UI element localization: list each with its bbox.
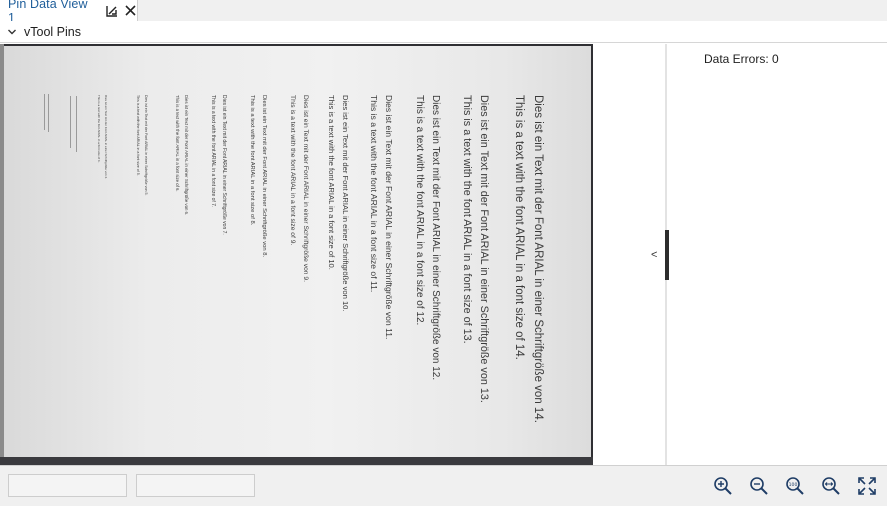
zoom-fit-width-icon[interactable] <box>820 475 842 497</box>
doc-line: Dies ist ein Text mit der Font ARIAL in … <box>478 95 490 403</box>
chevron-down-icon[interactable] <box>6 26 18 38</box>
scanned-document <box>2 46 591 457</box>
doc-line-tiny <box>48 94 49 132</box>
doc-line: This is a text with the font ARIAL in a … <box>414 95 425 326</box>
doc-line-tiny <box>70 96 71 148</box>
tab-pin-data-view[interactable]: Pin Data View 1 <box>0 0 138 25</box>
zoom-100-label: 100 <box>789 482 798 488</box>
zoom-out-icon[interactable] <box>748 475 770 497</box>
doc-line: Dies ist ein Text mit der Font ARIAL in … <box>430 95 441 381</box>
doc-line: This is a text with the font ARIAL in a … <box>97 95 101 163</box>
doc-line: This is a text with the font ARIAL in a … <box>513 95 525 360</box>
document-edge-bottom <box>0 457 593 465</box>
zoom-100-icon[interactable]: 100 <box>784 475 806 497</box>
bottom-toolbar: 100 <box>0 465 887 506</box>
tab-strip: Pin Data View 1 <box>0 0 887 25</box>
section-title: vTool Pins <box>24 24 81 39</box>
collapse-left-icon[interactable]: < <box>651 249 657 261</box>
vtool-pins-header[interactable]: vTool Pins <box>0 21 887 43</box>
doc-line: This is a text with the font ARIAL in a … <box>249 95 255 226</box>
doc-line: Dies ist ein Text mit der Font ARIAL in … <box>261 95 267 258</box>
doc-line: This is a text with the font ARIAL in a … <box>327 95 336 270</box>
doc-line: Dies ist ein Text mit der Font ARIAL in … <box>384 95 394 340</box>
doc-line: This is a text with the font ARIAL in a … <box>461 95 473 344</box>
doc-line: This is a text with the font ARIAL in a … <box>289 95 296 246</box>
doc-line: Dies ist ein Text mit der Font ARIAL in … <box>144 95 148 196</box>
fit-to-window-icon[interactable] <box>856 475 878 497</box>
document-edge <box>0 44 4 465</box>
doc-line: This is a text with the font ARIAL in a … <box>136 95 140 176</box>
image-viewer[interactable]: Dies ist ein Text mit der Font ARIAL in … <box>0 44 593 465</box>
doc-line: Dies ist ein Text mit der Font ARIAL in … <box>341 95 350 312</box>
close-icon[interactable] <box>123 4 137 18</box>
status-field-2 <box>136 474 255 497</box>
doc-line: This is a text with the font ARIAL in a … <box>210 95 216 208</box>
data-errors-label: Data Errors: 0 <box>704 52 779 66</box>
doc-line: Dies ist ein Text mit der Font ARIAL in … <box>221 95 227 235</box>
side-panel: Data Errors: 0 <box>669 44 887 465</box>
doc-line-tiny <box>44 94 45 130</box>
doc-line: Dies ist ein Text mit der Font ARIAL in … <box>184 95 189 216</box>
doc-line: Dies ist ein Text mit der Font ARIAL in … <box>532 95 544 423</box>
doc-line: Dies ist ein Text mit der Font ARIAL in … <box>302 95 309 282</box>
panel-splitter[interactable]: < > <box>593 44 681 465</box>
doc-line: This is a text with the font ARIAL in a … <box>175 95 180 192</box>
doc-line: Dies ist ein Text mit der Font ARIAL in … <box>104 95 108 179</box>
zoom-in-icon[interactable] <box>712 475 734 497</box>
doc-line-tiny <box>76 96 77 152</box>
doc-line: This is a text with the font ARIAL in a … <box>369 95 379 293</box>
status-field-1 <box>8 474 127 497</box>
chart-toggle-icon[interactable] <box>105 4 119 18</box>
